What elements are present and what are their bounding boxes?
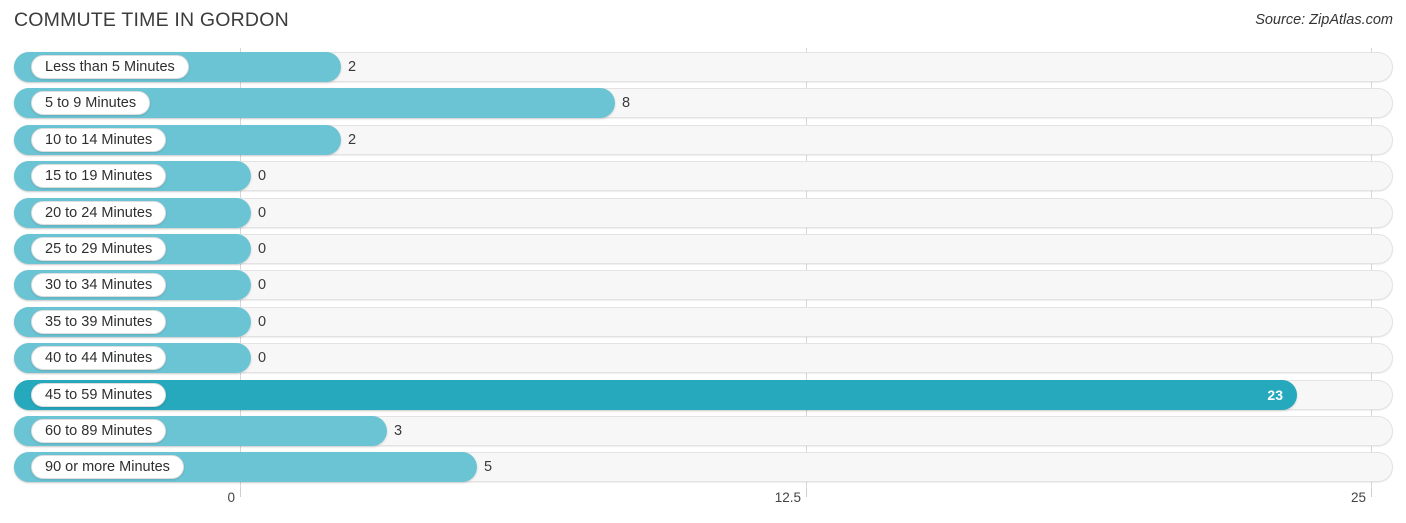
axis-tick-mark (1371, 488, 1372, 497)
bar-value-label: 0 (258, 241, 267, 257)
axis-tick-mark (240, 488, 241, 497)
axis-tick-label: 0 (227, 490, 235, 505)
bar-category-label: 10 to 14 Minutes (31, 127, 167, 152)
x-axis: 0 12.5 25 (0, 488, 1406, 523)
bar-row[interactable]: 0 30 to 34 Minutes (14, 270, 1393, 301)
bar-category-label: 40 to 44 Minutes (31, 346, 167, 371)
bar-row[interactable]: 23 45 to 59 Minutes (14, 379, 1393, 410)
bar-row[interactable]: 0 20 to 24 Minutes (14, 197, 1393, 228)
bar-row[interactable]: 3 60 to 89 Minutes (14, 416, 1393, 446)
bar-value-label: 8 (622, 95, 631, 112)
bar-value-label: 0 (258, 168, 267, 185)
plot-area: 2 Less than 5 Minutes 8 5 to 9 Minutes 2 10 t… (0, 48, 1406, 488)
bar-row[interactable]: 2 Less than 5 Minutes (14, 52, 1393, 82)
bar-category-label: 30 to 34 Minutes (31, 273, 167, 298)
bar-value-label: 2 (348, 59, 357, 75)
bar-value-label: 23 (1267, 386, 1283, 403)
bar-category-label: 5 to 9 Minutes (31, 91, 151, 116)
axis-tick-label: 12.5 (774, 490, 801, 505)
bar-row[interactable]: 0 40 to 44 Minutes (14, 343, 1393, 374)
bar-value-label: 2 (348, 131, 357, 148)
page-title: COMMUTE TIME IN GORDON (14, 9, 289, 31)
bar-value-label: 0 (258, 350, 267, 367)
bar-value-label: 0 (258, 313, 267, 330)
bar-value-label: 5 (484, 459, 493, 476)
axis-tick-label: 25 (1350, 490, 1366, 505)
bar-category-label: 25 to 29 Minutes (31, 237, 167, 261)
bar-row[interactable]: 0 25 to 29 Minutes (14, 234, 1393, 264)
bar-value-label: 0 (258, 204, 267, 221)
bar-value-label: 0 (258, 277, 267, 294)
bar-category-label: 45 to 59 Minutes (31, 382, 167, 407)
bar-row[interactable]: 8 5 to 9 Minutes (14, 88, 1393, 119)
bar-category-label: 35 to 39 Minutes (31, 309, 167, 334)
axis-tick-mark (806, 488, 807, 497)
bar-category-label: 20 to 24 Minutes (31, 200, 167, 225)
bar-category-label: Less than 5 Minutes (31, 55, 189, 79)
bar-row[interactable]: 5 90 or more Minutes (14, 452, 1393, 483)
bar-row[interactable]: 2 10 to 14 Minutes (14, 124, 1393, 155)
bar-row[interactable]: 0 35 to 39 Minutes (14, 306, 1393, 337)
chart-root: COMMUTE TIME IN GORDON Source: ZipAtlas.… (0, 0, 1406, 523)
bar-category-label: 90 or more Minutes (31, 455, 184, 480)
bar-category-label: 15 to 19 Minutes (31, 164, 167, 189)
bar-row[interactable]: 0 15 to 19 Minutes (14, 161, 1393, 192)
bar-value-label: 3 (394, 423, 403, 439)
source-attribution: Source: ZipAtlas.com (1255, 12, 1393, 28)
bar-category-label: 60 to 89 Minutes (31, 419, 167, 443)
